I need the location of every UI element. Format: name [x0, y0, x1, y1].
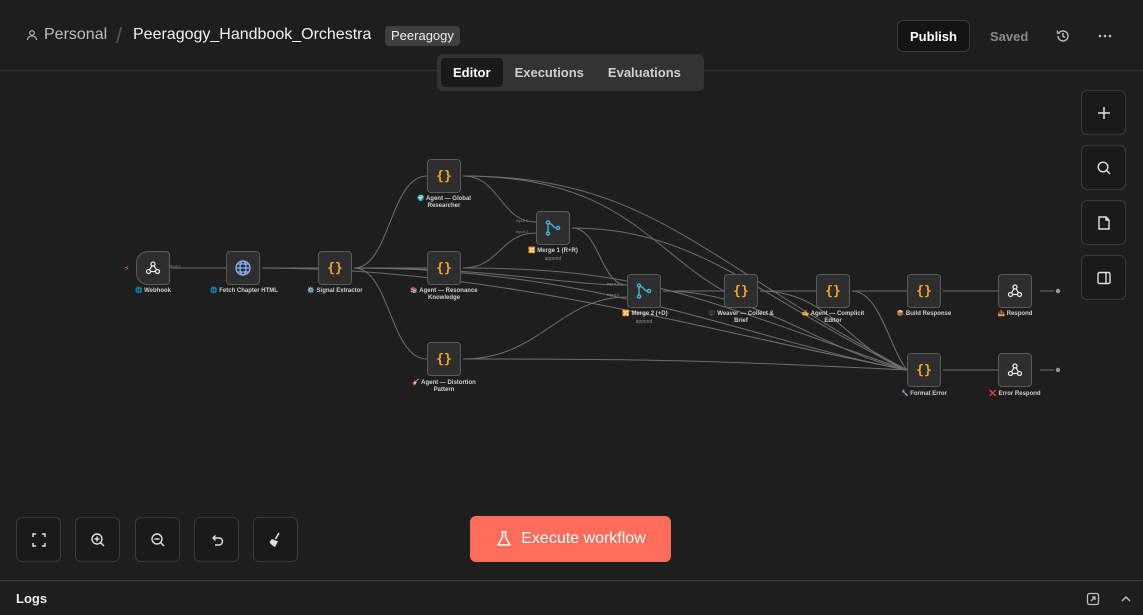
workflow-tag[interactable]: Peeragogy	[385, 26, 460, 46]
node-merge-2[interactable]	[627, 274, 661, 308]
webhook-port-label: POST	[169, 264, 181, 269]
merge-2-input-2: Input 2	[606, 292, 620, 297]
node-distortion-pattern[interactable]: {}	[427, 342, 461, 376]
undo-button[interactable]	[194, 517, 239, 562]
plus-icon	[1097, 106, 1110, 119]
fit-view-button[interactable]	[16, 517, 61, 562]
code-icon: {}	[327, 260, 343, 276]
node-weaver-label: 🕸️ Weaver — Collect & Brief	[708, 311, 774, 324]
logs-panel[interactable]: Logs	[0, 580, 1143, 615]
node-resonance-knowledge[interactable]: {}	[427, 251, 461, 285]
zoom-out-icon	[150, 532, 164, 546]
toggle-panel-button[interactable]	[1081, 255, 1126, 300]
webhook-icon	[145, 261, 161, 275]
search-nodes-button[interactable]	[1081, 145, 1126, 190]
code-icon: {}	[916, 283, 932, 299]
sticky-note-icon	[1097, 215, 1110, 230]
breadcrumb-personal-label: Personal	[44, 26, 108, 43]
merge-1-input-2: Input 2	[515, 229, 529, 234]
node-merge-1[interactable]	[536, 211, 570, 245]
history-icon[interactable]	[1053, 26, 1073, 46]
tab-evaluations[interactable]: Evaluations	[596, 58, 693, 87]
workflow-name[interactable]: Peeragogy_Handbook_Orchestra	[133, 26, 371, 44]
logs-title: Logs	[16, 591, 48, 606]
chevron-up-icon[interactable]	[1119, 592, 1133, 606]
add-sticky-note-button[interactable]	[1081, 200, 1126, 245]
node-respond-label: 📤 Respond	[997, 311, 1033, 317]
code-icon: {}	[916, 362, 932, 378]
node-error-respond-label: ❌ Error Respond	[989, 391, 1041, 397]
code-icon: {}	[733, 283, 749, 299]
pop-out-icon[interactable]	[1086, 592, 1100, 606]
zoom-in-icon	[90, 532, 104, 546]
node-build-response[interactable]: {}	[907, 274, 941, 308]
breadcrumb-separator: /	[116, 23, 123, 48]
node-format-error-label: 🔧 Format Error	[901, 391, 947, 397]
node-merge-1-label: 🔀 Merge 1 (R+R)	[528, 248, 578, 254]
node-complicit-editor[interactable]: {}	[816, 274, 850, 308]
more-options-icon[interactable]	[1095, 26, 1115, 46]
add-node-button[interactable]	[1081, 90, 1126, 135]
code-icon: {}	[436, 168, 452, 184]
svg-text:⚡: ⚡	[124, 264, 130, 273]
code-icon: {}	[436, 260, 452, 276]
merge-icon	[545, 220, 561, 236]
node-weaver[interactable]: {}	[724, 274, 758, 308]
view-tabs: Editor Executions Evaluations	[437, 54, 704, 91]
tab-editor[interactable]: Editor	[441, 58, 503, 87]
execute-workflow-label: Execute workflow	[521, 530, 646, 547]
node-distortion-pattern-label: 🎸 Agent — Distortion Pattern	[412, 380, 476, 393]
node-webhook-label: 🌐 Webhook	[134, 288, 172, 294]
breadcrumb-personal[interactable]: Personal	[26, 26, 107, 44]
node-merge-1-sub: append	[544, 256, 562, 262]
node-signal-extractor-label: ⚙️ Signal Extractor	[307, 288, 363, 294]
connections: ⚡	[124, 175, 1061, 373]
panel-icon	[1096, 271, 1111, 284]
merge-2-input-1: Input 1	[606, 281, 620, 286]
node-error-respond[interactable]	[998, 353, 1032, 387]
node-fetch-chapter[interactable]	[226, 251, 260, 285]
webhook-icon	[1007, 363, 1023, 377]
node-build-response-label: 📦 Build Response	[896, 311, 952, 317]
node-signal-extractor[interactable]: {}	[318, 251, 352, 285]
undo-icon	[211, 534, 223, 546]
node-complicit-editor-label: ✍️ Agent — Complicit Editor	[801, 311, 865, 324]
node-fetch-chapter-label: 🌐 Fetch Chapter HTML	[210, 288, 278, 294]
tidy-up-button[interactable]	[253, 517, 298, 562]
execute-workflow-button[interactable]: Execute workflow	[470, 516, 671, 562]
user-icon	[26, 30, 38, 41]
workflow-canvas[interactable]: ⚡ 🌐 Webhook POST 🌐 Fetch Chapter HTML {}…	[0, 72, 1143, 580]
saved-status: Saved	[990, 29, 1029, 44]
node-merge-2-sub: append	[635, 319, 653, 325]
fit-view-icon	[31, 532, 46, 547]
broom-icon	[269, 532, 280, 547]
publish-button[interactable]: Publish	[897, 20, 970, 52]
merge-1-input-1: Input 1	[515, 218, 529, 223]
node-resonance-knowledge-label: 📚 Agent — Resonance Knowledge	[410, 288, 478, 301]
node-format-error[interactable]: {}	[907, 353, 941, 387]
search-icon	[1096, 160, 1110, 174]
code-icon: {}	[825, 283, 841, 299]
flask-icon	[497, 531, 511, 546]
tab-executions[interactable]: Executions	[503, 58, 596, 87]
node-global-researcher[interactable]: {}	[427, 159, 461, 193]
node-global-researcher-label: 🌍 Agent — Global Researcher	[417, 196, 471, 209]
zoom-in-button[interactable]	[75, 517, 120, 562]
node-merge-2-label: 🔀 Merge 2 (+D)	[622, 311, 668, 317]
webhook-icon	[1007, 284, 1023, 298]
merge-icon	[636, 283, 652, 299]
node-respond[interactable]	[998, 274, 1032, 308]
globe-icon	[235, 260, 251, 276]
code-icon: {}	[436, 351, 452, 367]
zoom-out-button[interactable]	[135, 517, 180, 562]
